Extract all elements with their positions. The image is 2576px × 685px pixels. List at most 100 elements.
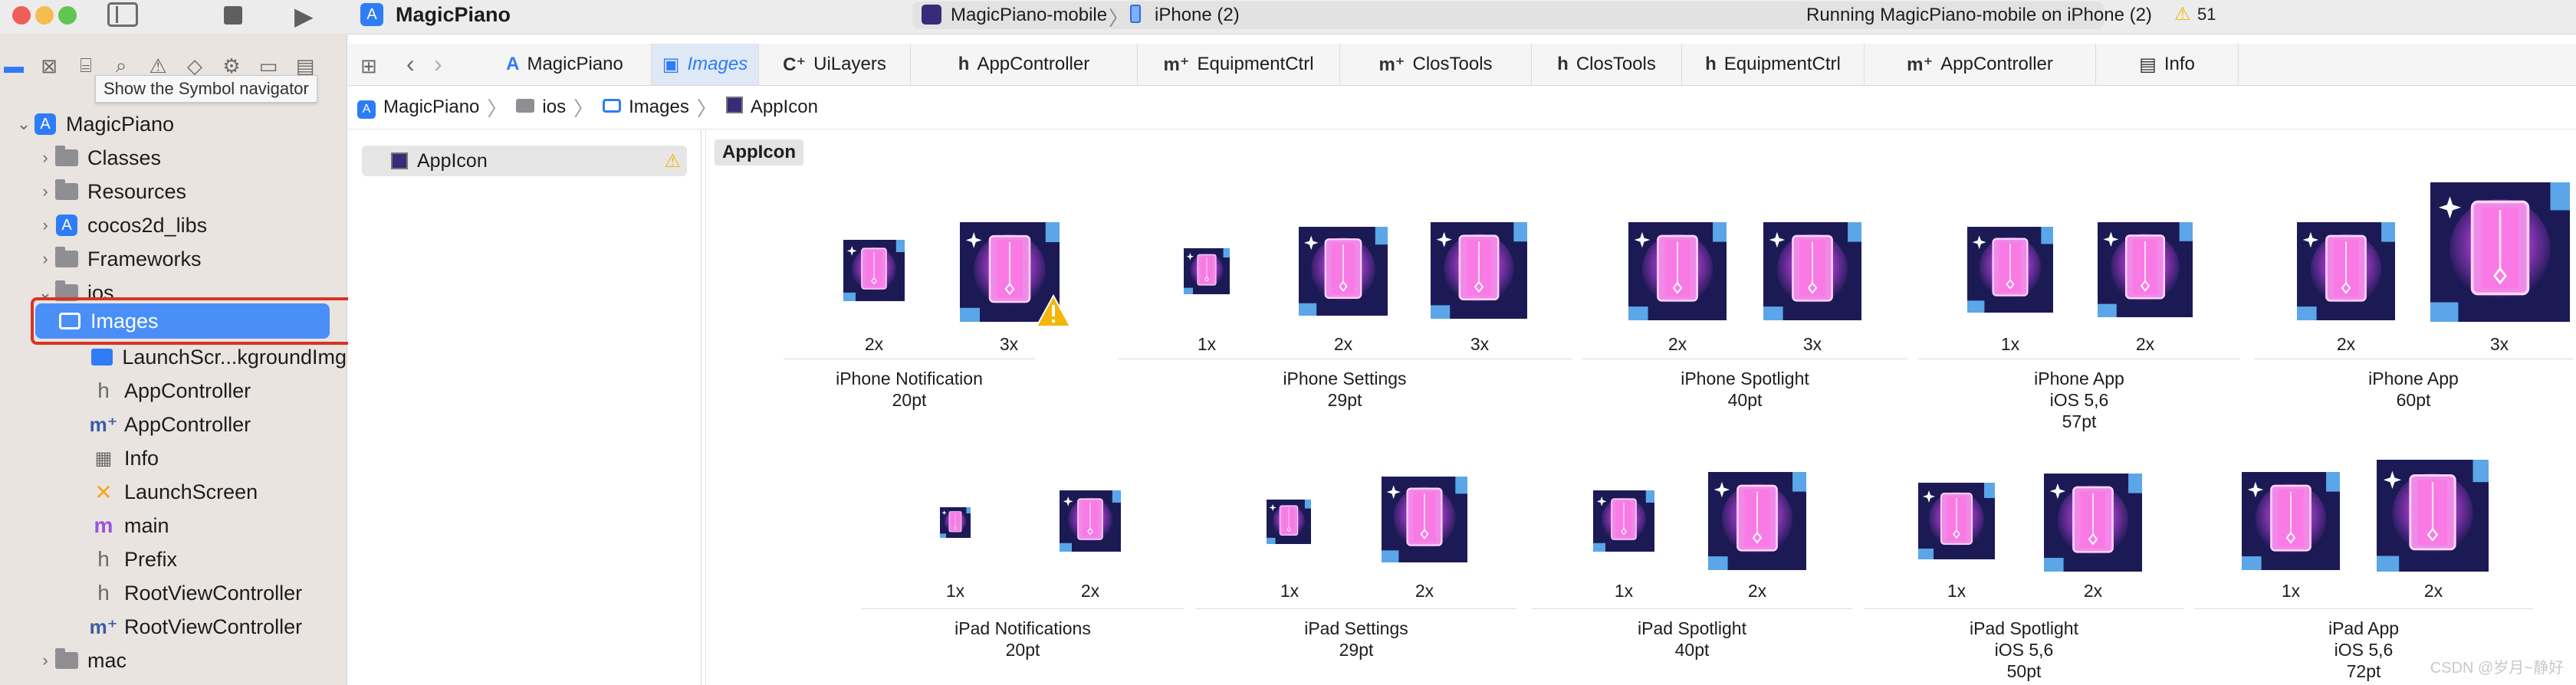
- tab-label: Info: [2164, 54, 2195, 74]
- asset-catalog-icon: [603, 97, 622, 118]
- tab-equipmentctrl[interactable]: h EquipmentCtrl: [1682, 44, 1865, 85]
- back-chevron-icon[interactable]: ‹: [406, 50, 415, 78]
- app-icon-image[interactable]: [940, 507, 971, 538]
- run-icon[interactable]: ▶: [294, 2, 314, 31]
- zoom-window-button[interactable]: [58, 6, 77, 25]
- disclosure-chevron-icon[interactable]: ›: [35, 249, 55, 269]
- source-control-x-square-icon[interactable]: ⊠: [37, 54, 61, 78]
- app-icon-image[interactable]: [2430, 182, 2570, 322]
- grid-icon[interactable]: ⊞: [360, 54, 377, 78]
- image-icon: [90, 347, 113, 367]
- icon-group-title: iPhone App: [2034, 369, 2124, 388]
- tab-info[interactable]: ▤ Info: [2096, 44, 2239, 85]
- app-icon-image[interactable]: [1763, 222, 1861, 320]
- stop-icon[interactable]: [224, 6, 242, 25]
- forward-chevron-icon[interactable]: ›: [434, 50, 442, 78]
- breadcrumb-item[interactable]: AppIcon: [725, 96, 818, 119]
- sidebar-item-label: Classes: [87, 146, 162, 169]
- minimize-window-button[interactable]: [35, 6, 54, 25]
- app-icon-image[interactable]: [1628, 222, 1727, 320]
- sidebar-item-label: Frameworks: [87, 247, 202, 270]
- breadcrumb-item[interactable]: ios 〉: [516, 93, 593, 122]
- tab-label: ClosTools: [1412, 54, 1493, 74]
- sidebar-item-label: MagicPiano: [66, 112, 175, 136]
- sidebar-item[interactable]: › Frameworks: [0, 242, 347, 276]
- disclosure-chevron-icon[interactable]: ⌄: [14, 114, 34, 134]
- scale-label: 2x: [1747, 581, 1767, 601]
- app-icon-image[interactable]: [1184, 248, 1230, 294]
- app-icon-image[interactable]: [2297, 222, 2395, 320]
- header-icon: h: [1557, 54, 1569, 74]
- tab-appcontroller[interactable]: h AppController: [911, 44, 1138, 85]
- sidebar-item[interactable]: › Resources: [0, 175, 347, 208]
- app-icon-image[interactable]: [1382, 477, 1467, 562]
- asset-item-appicon[interactable]: AppIcon ⚠: [362, 146, 687, 176]
- app-icon: A: [360, 3, 383, 26]
- tab-equipmentctrl[interactable]: m⁺ EquipmentCtrl: [1138, 44, 1340, 85]
- disclosure-chevron-icon[interactable]: ›: [35, 148, 55, 168]
- sidebar-item[interactable]: ✕ LaunchScreen: [0, 475, 347, 509]
- sidebar-item[interactable]: m main: [0, 509, 347, 542]
- sidebar-item[interactable]: › Acocos2d_libs: [0, 208, 347, 242]
- sidebar-item[interactable]: ▦ Info: [0, 441, 347, 475]
- project-navigator-folder-icon[interactable]: ▬: [2, 54, 26, 78]
- app-icon-image[interactable]: [1593, 490, 1654, 552]
- app-icon-image[interactable]: [2044, 474, 2142, 572]
- warning-count[interactable]: 51: [2197, 5, 2216, 25]
- app-icon-image[interactable]: [1918, 483, 1995, 559]
- sidebar-toggle-icon[interactable]: [107, 2, 138, 27]
- tab-clostools[interactable]: h ClosTools: [1532, 44, 1682, 85]
- sidebar-item[interactable]: m⁺ RootViewController: [0, 610, 347, 644]
- sidebar-item[interactable]: › Classes: [0, 141, 347, 175]
- app-icon-image[interactable]: [1708, 472, 1806, 570]
- app-icon-image[interactable]: [2242, 472, 2340, 570]
- sidebar-item-label: mac: [87, 648, 127, 672]
- app-icon-image[interactable]: [2098, 222, 2193, 317]
- tab-clostools[interactable]: m⁺ ClosTools: [1340, 44, 1532, 85]
- icon-group-title: iPad Settings: [1304, 618, 1408, 638]
- run-destination[interactable]: iPhone (2): [1155, 5, 1240, 26]
- app-icon-image[interactable]: [1267, 500, 1311, 544]
- header-icon: h: [1705, 54, 1717, 74]
- tab-appcontroller[interactable]: m⁺ AppController: [1865, 44, 2096, 85]
- scale-label: 2x: [2336, 334, 2356, 354]
- sidebar-item[interactable]: LaunchScr...kgroundImg: [0, 340, 347, 374]
- icon-group-size: 57pt: [2062, 411, 2097, 431]
- sidebar-item[interactable]: m⁺ AppController: [0, 408, 347, 441]
- tab-magicpiano[interactable]: A MagicPiano: [478, 44, 652, 85]
- scale-label: 3x: [1802, 334, 1822, 354]
- scale-label: 2x: [2135, 334, 2155, 354]
- scheme-separator: 〉: [1109, 7, 1129, 30]
- disclosure-chevron-icon[interactable]: ›: [35, 182, 55, 202]
- app-icon-image[interactable]: [1431, 222, 1527, 319]
- breadcrumb-separator-icon: 〉: [696, 97, 717, 120]
- sidebar-item-label: LaunchScreen: [124, 480, 258, 503]
- warning-icon[interactable]: ⚠: [2174, 3, 2191, 25]
- sidebar-item[interactable]: h Prefix: [0, 542, 347, 576]
- scale-label: 3x: [2489, 334, 2509, 354]
- scale-label: 2x: [864, 334, 884, 354]
- icon-group-label: iPhone App iOS 5,6 57pt: [1918, 368, 2240, 432]
- scheme-target[interactable]: MagicPiano-mobile: [951, 5, 1107, 26]
- tab-images[interactable]: ▣ Images: [652, 44, 759, 85]
- sidebar-item-label: Prefix: [124, 547, 178, 571]
- sidebar-item[interactable]: h AppController: [0, 374, 347, 408]
- breadcrumb-item[interactable]: A MagicPiano 〉: [357, 93, 507, 122]
- app-icon-image[interactable]: [2377, 460, 2489, 572]
- sidebar-item[interactable]: ⌄ A MagicPiano: [0, 107, 347, 141]
- watermark: CSDN @岁月~静好: [2430, 660, 2564, 677]
- app-icon-image[interactable]: [1060, 490, 1121, 552]
- breadcrumb-item[interactable]: Images 〉: [603, 93, 717, 122]
- sidebar-item[interactable]: › mac: [0, 644, 347, 677]
- folder-icon: [55, 247, 78, 269]
- app-icon-image[interactable]: [843, 240, 905, 301]
- iphone-device-icon: [1130, 5, 1141, 23]
- disclosure-chevron-icon[interactable]: ›: [35, 215, 55, 235]
- disclosure-chevron-icon[interactable]: ›: [35, 651, 55, 670]
- tab-uilayers[interactable]: C⁺ UiLayers: [759, 44, 911, 85]
- scheme-target-icon: [922, 5, 941, 25]
- app-icon-image[interactable]: [1299, 227, 1388, 316]
- close-window-button[interactable]: [12, 6, 31, 25]
- app-icon-image[interactable]: [1967, 227, 2053, 313]
- sidebar-item[interactable]: h RootViewController: [0, 576, 347, 610]
